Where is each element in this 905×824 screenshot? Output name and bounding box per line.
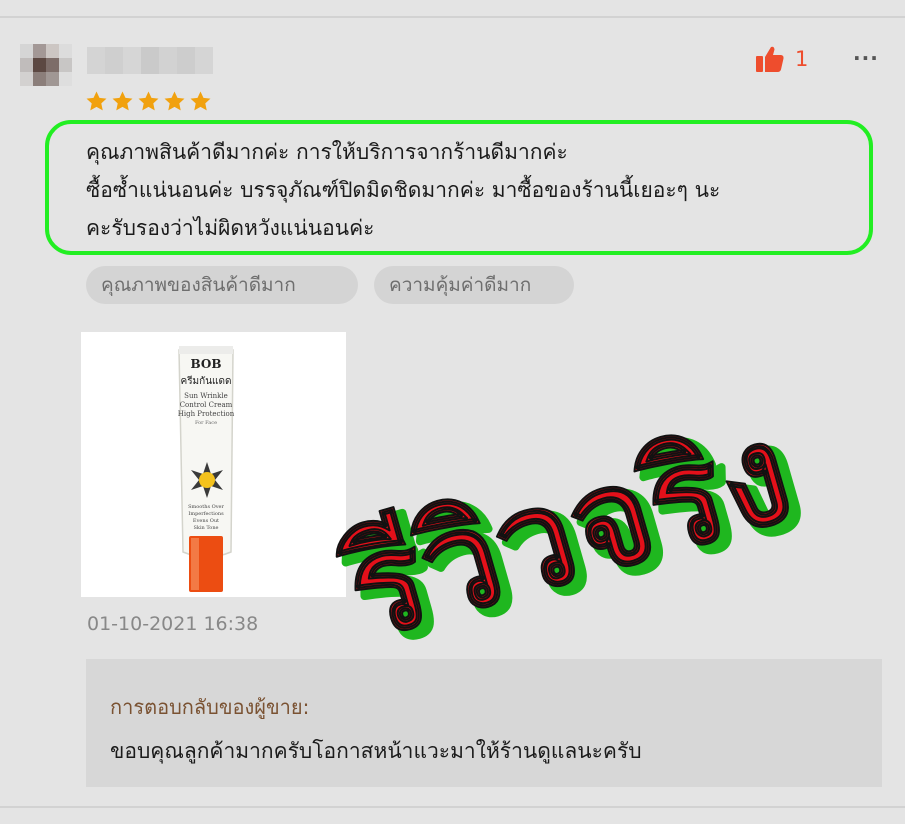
avatar[interactable]	[20, 44, 72, 86]
product-label-line: Sun Wrinkle	[184, 392, 228, 400]
review-tag[interactable]: ความคุ้มค่าดีมาก	[374, 266, 574, 304]
thumbs-up-icon	[756, 46, 784, 72]
overlay-text: รีวิวจริง	[325, 392, 808, 673]
product-label-line: Control Cream	[180, 401, 233, 409]
ellipsis-icon: ···	[853, 46, 879, 70]
review-text-line: คะรับรองว่าไม่ผิดหวังแน่นอนค่ะ	[86, 216, 375, 240]
seller-reply-text: ขอบคุณลูกค้ามากครับโอกาสหน้าแวะมาให้ร้าน…	[110, 739, 642, 763]
product-label-line: Imperfections	[188, 511, 224, 517]
product-label-line: Skin Tone	[194, 525, 219, 531]
star-icon	[190, 91, 211, 111]
review-text-line: คุณภาพสินค้าดีมากค่ะ การให้บริการจากร้าน…	[86, 140, 568, 164]
like-button[interactable]: 1	[756, 46, 808, 72]
product-label-line: Smooths Over	[188, 504, 224, 510]
like-count: 1	[795, 47, 809, 71]
product-thai-name: ครีมกันแดด	[181, 375, 232, 387]
bottom-divider	[0, 806, 905, 808]
seller-reply-label: การตอบกลับของผู้ขาย:	[110, 695, 310, 719]
overlay-text-shadow: รีวิวจริง	[334, 397, 817, 678]
star-icon	[112, 91, 133, 111]
more-options-button[interactable]: ···	[853, 46, 879, 70]
top-divider	[0, 16, 905, 18]
product-label-line: For Face	[195, 420, 217, 426]
star-icon	[164, 91, 185, 111]
star-icon	[86, 91, 107, 111]
star-rating	[85, 90, 212, 113]
star-icon	[138, 91, 159, 111]
product-tube-image: BOB ครีมกันแดด Sun Wrinkle Control Cream…	[81, 332, 346, 597]
review-photo[interactable]: BOB ครีมกันแดด Sun Wrinkle Control Cream…	[81, 332, 346, 597]
product-brand: BOB	[191, 357, 222, 371]
username-pixelated	[87, 47, 213, 74]
review-text-line: ซื้อซ้ำแน่นอนค่ะ บรรจุภัณฑ์ปิดมิดชิดมากค…	[86, 178, 721, 202]
product-label-line: Evens Out	[193, 518, 219, 524]
review-tag[interactable]: คุณภาพของสินค้าดีมาก	[86, 266, 358, 304]
product-label-line: High Protection	[178, 410, 235, 418]
review-timestamp: 01-10-2021 16:38	[87, 613, 259, 635]
seller-reply-box: การตอบกลับของผู้ขาย: ขอบคุณลูกค้ามากครับ…	[86, 659, 882, 787]
